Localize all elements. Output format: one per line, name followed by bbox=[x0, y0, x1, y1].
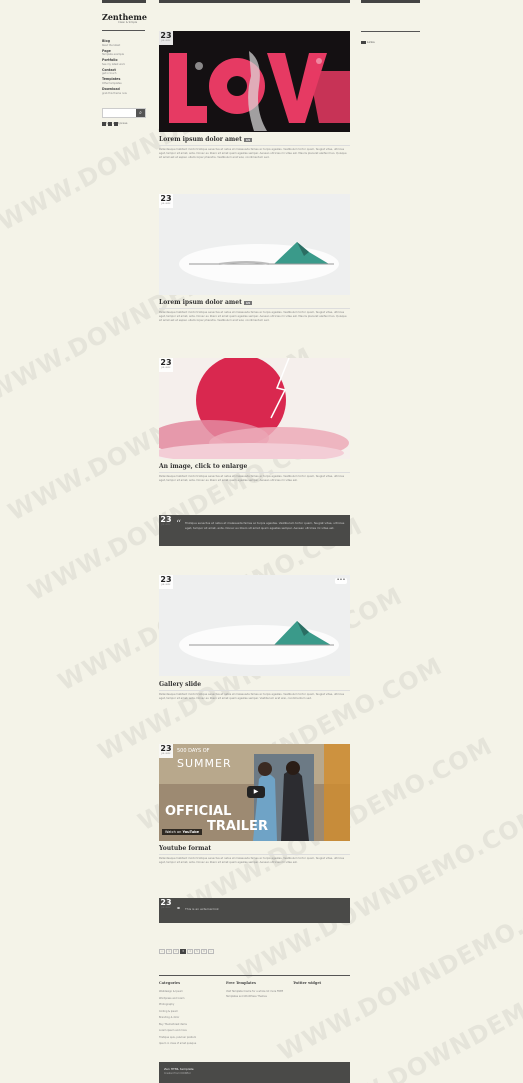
page-link[interactable]: 2 bbox=[173, 949, 179, 954]
page-link[interactable]: 5 bbox=[194, 949, 200, 954]
divider bbox=[102, 30, 145, 31]
page-current[interactable]: 3 bbox=[180, 949, 186, 954]
quote-icon: “ bbox=[176, 519, 182, 530]
video-title-line1: 500 DAYS OF bbox=[177, 748, 210, 754]
post-quote: 23 JUL 2012 “ Tristique senectus et netus… bbox=[159, 515, 350, 546]
menu-item-page[interactable]: Page Template example bbox=[102, 49, 147, 57]
divider bbox=[159, 472, 350, 473]
site-footer: Zen HTML template Created from IRONEAI bbox=[159, 1062, 350, 1083]
page-link[interactable]: 6 bbox=[201, 949, 207, 954]
menu-item-sub: Template example bbox=[102, 53, 124, 57]
divider bbox=[361, 31, 420, 32]
post-date: 23 JUL 2012 bbox=[159, 194, 173, 208]
divider bbox=[159, 145, 350, 146]
comment-count[interactable]: 13 bbox=[243, 300, 253, 305]
play-button[interactable]: ▶ bbox=[247, 786, 265, 798]
video-title-line3: OFFICIAL bbox=[165, 804, 232, 819]
category-link[interactable]: Ipsum in class of amet quisque bbox=[159, 1041, 219, 1048]
post-excerpt: Pellentesque habitant morbi tristique se… bbox=[159, 693, 345, 700]
social-links bbox=[102, 122, 118, 126]
quote-text: Tristique senectus et netus et malesuada… bbox=[185, 521, 345, 530]
widget-title: Free Templates bbox=[226, 981, 256, 985]
divider bbox=[159, 975, 350, 976]
widget-text: Visit Template Creme for a whole lot mor… bbox=[226, 990, 284, 998]
post-excerpt: Pellentesque habitant morbi tristique se… bbox=[159, 148, 347, 159]
comment-count[interactable]: 13 bbox=[243, 137, 253, 142]
page-prev[interactable]: « bbox=[159, 949, 165, 954]
right-sidebar-top-bar bbox=[361, 0, 420, 3]
post-excerpt: Pellentesque habitant morbi tristique se… bbox=[159, 311, 347, 322]
gallery-slide-image[interactable] bbox=[159, 575, 350, 676]
sidebar-link-label: Links bbox=[367, 40, 375, 44]
footer-twitter: Twitter widget bbox=[293, 981, 353, 989]
external-link-text[interactable]: This is an external link bbox=[185, 907, 219, 911]
post-date: 23 JUL 2012 bbox=[159, 898, 173, 912]
search-box: ⌕ bbox=[102, 108, 146, 127]
post-date: 23 JUL 2012 bbox=[159, 358, 173, 372]
widget-title: Twitter widget bbox=[293, 981, 322, 985]
post-image[interactable] bbox=[159, 31, 350, 132]
youtube-logo: YouTube bbox=[182, 830, 199, 834]
divider bbox=[159, 308, 350, 309]
search-icon[interactable]: ⌕ bbox=[136, 109, 145, 117]
page-link[interactable]: 4 bbox=[187, 949, 193, 954]
menu-item-contact[interactable]: Contact get in touch bbox=[102, 68, 147, 76]
menu-item-sub: get in touch bbox=[102, 72, 117, 76]
sidebar-top-bar bbox=[102, 0, 146, 3]
footer-templates: Free Templates Visit Template Creme for … bbox=[226, 981, 286, 999]
menu-item-blog[interactable]: Blog Read the latest bbox=[102, 39, 147, 47]
post-excerpt: Pellentesque habitant morbi tristique se… bbox=[159, 475, 345, 482]
video-player[interactable]: 500 DAYS OF SUMMER OFFICIAL TRAILER ▶ Wa… bbox=[159, 744, 350, 841]
main-menu: Blog Read the latest Page Template example… bbox=[102, 39, 147, 98]
facebook-icon[interactable] bbox=[102, 122, 106, 126]
divider bbox=[159, 690, 350, 691]
twitter-icon[interactable] bbox=[108, 122, 112, 126]
link-icon: ⚭ bbox=[176, 905, 182, 912]
content-top-bar bbox=[159, 0, 350, 3]
post-date: 23 JUL 2012 bbox=[159, 744, 173, 758]
menu-item-portfolio[interactable]: Portfolio See my latest work bbox=[102, 59, 147, 66]
menu-item-sub: Read the latest bbox=[102, 43, 121, 47]
page-next[interactable]: » bbox=[208, 949, 214, 954]
post-image[interactable] bbox=[159, 358, 350, 459]
post-date: 23 JUL 2012 bbox=[159, 575, 173, 589]
divider bbox=[159, 854, 350, 855]
widget-title: Categories bbox=[159, 981, 181, 985]
link-icon bbox=[361, 40, 366, 44]
watch-on-youtube[interactable]: Watch on YouTube bbox=[162, 829, 202, 835]
post-title[interactable]: Lorem ipsum dolor amet 13 bbox=[159, 299, 253, 306]
menu-item-sub: See my latest work bbox=[102, 62, 125, 66]
footer-categories: Categories Webdesign & Ipsum Wordpress a… bbox=[159, 981, 219, 1048]
post-title[interactable]: An image, click to enlarge bbox=[159, 463, 247, 470]
post-title[interactable]: Youtube format bbox=[159, 845, 211, 852]
site-tagline: Clean & Simple bbox=[118, 21, 138, 24]
video-title-line4: TRAILER bbox=[207, 819, 268, 834]
menu-item-templates[interactable]: Templates Other templates bbox=[102, 78, 147, 85]
post-excerpt: Pellentesque habitant morbi tristique se… bbox=[159, 857, 345, 864]
video-title-line2: SUMMER bbox=[177, 757, 232, 770]
post-title[interactable]: Gallery slide bbox=[159, 681, 201, 688]
post-image[interactable] bbox=[159, 194, 350, 295]
gallery-dots-icon[interactable]: ••• bbox=[335, 578, 347, 584]
post-date: 23 JUL 2012 bbox=[159, 515, 173, 529]
post-date: 23 JUL 2012 bbox=[159, 31, 173, 45]
footer-credit: Zen HTML template bbox=[164, 1067, 194, 1071]
menu-item-download[interactable]: Download grab this theme now bbox=[102, 87, 147, 95]
rss-icon[interactable] bbox=[114, 122, 118, 126]
pagination: « 1 2 3 4 5 6 » bbox=[159, 949, 214, 954]
post-link[interactable]: 23 JUL 2012 ⚭ This is an external link bbox=[159, 898, 350, 923]
menu-item-sub: Other templates bbox=[102, 81, 122, 85]
menu-item-sub: grab this theme now bbox=[102, 91, 127, 95]
page-link[interactable]: 1 bbox=[166, 949, 172, 954]
footer-subcredit[interactable]: Created from IRONEAI bbox=[164, 1072, 190, 1075]
sidebar-link[interactable]: Links bbox=[361, 40, 375, 44]
post-title[interactable]: Lorem ipsum dolor amet 13 bbox=[159, 136, 253, 143]
